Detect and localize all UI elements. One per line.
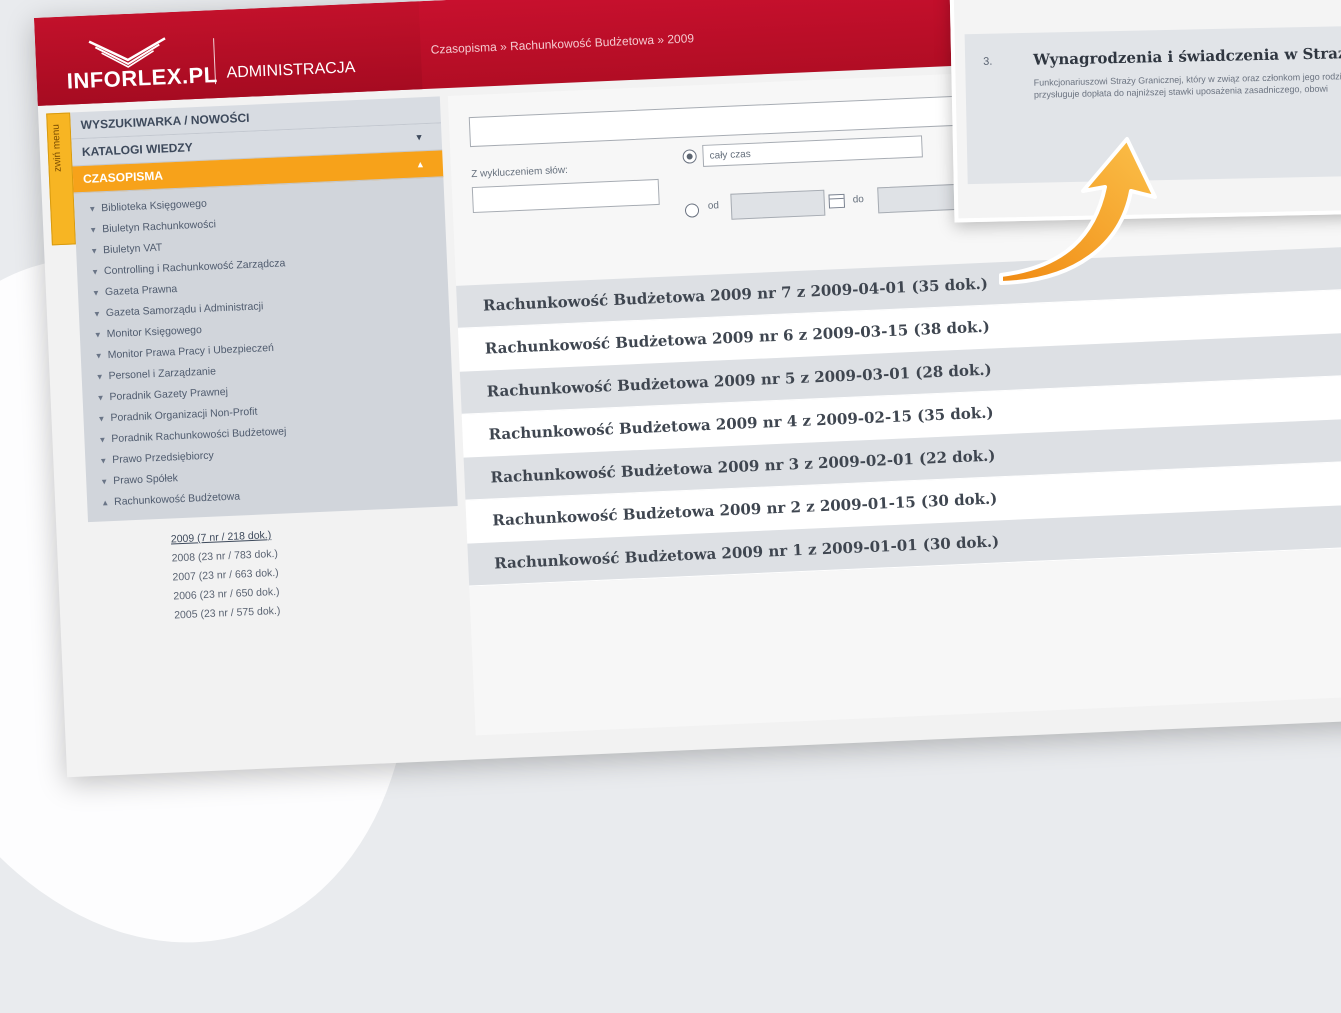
- chevron-up-icon: ▲: [415, 159, 425, 170]
- excluded-words-input[interactable]: [471, 178, 660, 214]
- journal-label: Biuletyn VAT: [102, 241, 163, 257]
- journal-list: ▼ Biblioteka Księgowego ▼ Biuletyn Rachunk…: [73, 177, 458, 523]
- journal-label: Controlling i Rachunkowość Zarządcza: [103, 257, 286, 278]
- journal-label: Biblioteka Księgowego: [101, 197, 208, 215]
- radio-all-time[interactable]: [682, 149, 697, 164]
- calendar-icon[interactable]: [828, 193, 846, 209]
- bullet-icon: ▼: [96, 393, 105, 403]
- journal-label: Gazeta Samorządu i Administracji: [105, 300, 264, 320]
- menu-label: WYSZUKIWARKA / NOWOŚCI: [80, 110, 250, 133]
- menu-label: CZASOPISMA: [82, 168, 164, 187]
- bullet-icon: ▼: [89, 225, 98, 235]
- to-label: do: [852, 193, 865, 206]
- year-list: 2009 (7 nr / 218 dok.) 2008 (23 nr / 783…: [88, 506, 462, 629]
- bullet-expanded-icon: ▲: [101, 498, 110, 508]
- bullet-icon: ▼: [100, 477, 109, 487]
- journal-label: Prawo Spółek: [112, 472, 179, 487]
- date-from-input[interactable]: [730, 189, 826, 220]
- journal-label: Poradnik Rachunkowości Budżetowej: [111, 425, 287, 446]
- callout-number: 3.: [983, 55, 993, 68]
- journal-label: Monitor Prawa Pracy i Ubezpieczeń: [107, 341, 275, 362]
- excluded-words-label: Z wykluczeniem słów:: [471, 164, 569, 181]
- from-label: od: [707, 200, 720, 212]
- journal-label: Prawo Przedsiębiorcy: [112, 449, 214, 467]
- journal-label: Biuletyn Rachunkowości: [101, 218, 217, 236]
- logo-block: INFORLEX.PL ADMINISTRACJA: [34, 1, 423, 106]
- journal-label: Monitor Księgowego: [106, 323, 203, 341]
- chevron-down-icon: ▼: [414, 132, 424, 143]
- issue-list: Rachunkowość Budżetowa 2009 nr 7 z 2009-…: [456, 245, 1341, 587]
- bullet-icon: ▼: [92, 309, 102, 319]
- bullet-icon: ▼: [91, 288, 101, 298]
- journal-label: Rachunkowość Budżetowa: [113, 490, 241, 508]
- logo-subtitle: ADMINISTRACJA: [226, 59, 356, 82]
- logo-text[interactable]: INFORLEX.PL: [66, 62, 218, 95]
- journal-label: Personel i Zarządzanie: [108, 365, 217, 383]
- menu-label: KATALOGI WIEDZY: [81, 140, 193, 160]
- journal-label: Poradnik Organizacji Non-Profit: [110, 405, 258, 425]
- journal-label: Gazeta Prawna: [104, 283, 178, 299]
- period-select[interactable]: cały czas: [702, 135, 923, 167]
- journal-label: Poradnik Gazety Prawnej: [109, 385, 229, 404]
- sidebar: WYSZUKIWARKA / NOWOŚCI KATALOGI WIEDZY ▼…: [70, 96, 462, 629]
- curved-arrow-icon: [999, 137, 1157, 285]
- bullet-icon: ▼: [97, 414, 106, 424]
- callout-title[interactable]: Wynagrodzenia i świadczenia w Straż: [1033, 44, 1341, 69]
- collapse-menu-label: zwiń menu: [50, 123, 64, 173]
- bullet-icon: ▼: [90, 246, 99, 256]
- radio-date-range[interactable]: [684, 203, 700, 218]
- bullet-icon: ▼: [90, 267, 100, 277]
- bullet-icon: ▼: [98, 435, 107, 445]
- callout-text: Funkcjonariuszowi Straży Granicznej, któ…: [1033, 71, 1341, 100]
- bullet-icon: ▼: [99, 456, 108, 466]
- bullet-icon: ▼: [93, 330, 103, 340]
- bullet-icon: ▼: [94, 351, 103, 361]
- bullet-icon: ▼: [88, 204, 97, 214]
- breadcrumb[interactable]: Czasopisma » Rachunkowość Budżetowa » 20…: [430, 31, 694, 56]
- bullet-icon: ▼: [95, 372, 104, 382]
